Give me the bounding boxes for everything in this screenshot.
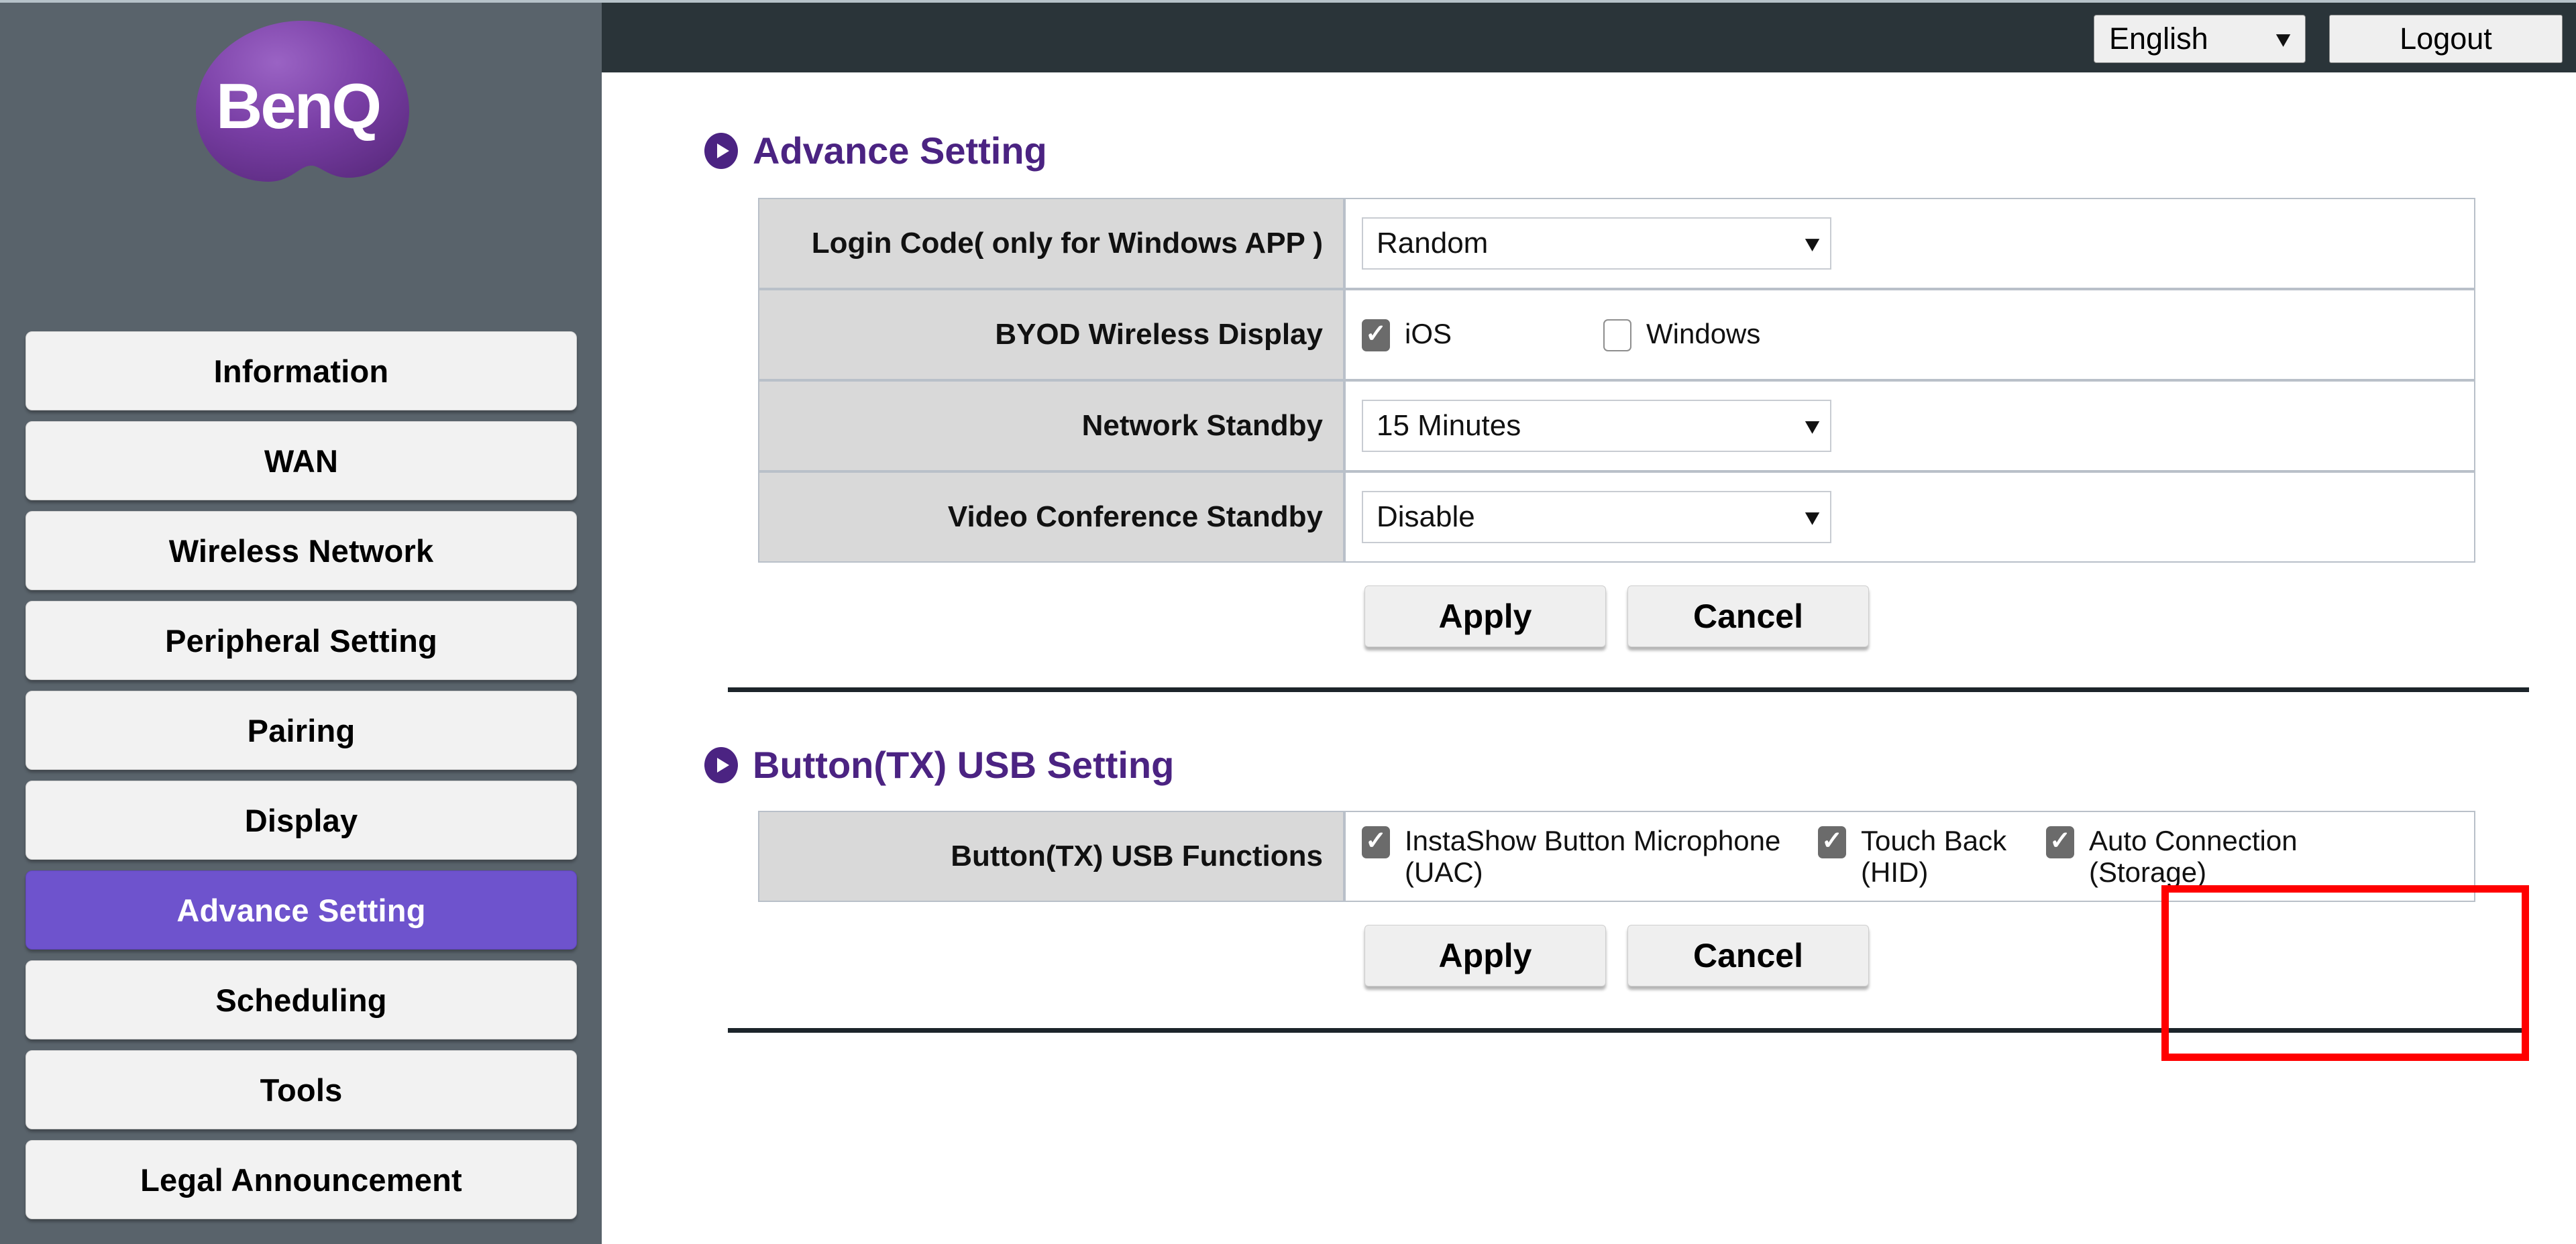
sidebar-item-scheduling[interactable]: Scheduling [25,960,577,1039]
checkbox-checked-icon: ✓ [1818,826,1846,858]
language-select[interactable]: English ▾ [2094,15,2306,63]
logout-button-label: Logout [2400,21,2492,56]
byod-ios-checkbox[interactable]: ✓ iOS [1362,318,1603,351]
sidebar-item-wireless-network[interactable]: Wireless Network [25,511,577,590]
usb-setting-heading-label: Button(TX) USB Setting [753,744,1175,786]
usb-setting-actions: Apply Cancel [758,925,2475,986]
chevron-down-icon: ▾ [1805,504,1819,530]
byod-ios-label: iOS [1405,318,1452,349]
advance-setting-apply-button[interactable]: Apply [1364,585,1606,647]
sidebar: BenQ Information WAN Wireless Network Pe… [0,0,602,1244]
chevron-down-icon: ▾ [1805,231,1819,256]
chevron-down-icon: ▾ [2276,26,2290,52]
usb-touch-back-label: Touch Back (HID) [1861,824,2007,888]
sidebar-item-information[interactable]: Information [25,331,577,410]
login-code-label: Login Code( only for Windows APP ) [758,198,1344,289]
section-divider [728,687,2529,692]
usb-instashow-microphone-checkbox[interactable]: ✓ InstaShow Button Microphone (UAC) [1362,825,1818,888]
usb-setting-apply-button[interactable]: Apply [1364,925,1606,986]
byod-windows-label: Windows [1646,318,1761,349]
table-row: Button(TX) USB Functions ✓ InstaShow But… [758,811,2475,902]
brand-logo: BenQ [0,20,602,186]
network-standby-value-cell: 15 Minutes ▾ [1344,380,2475,471]
section-divider [728,1028,2529,1033]
login-code-select[interactable]: Random ▾ [1362,217,1831,270]
sidebar-item-label: WAN [264,443,339,479]
sidebar-item-label: Peripheral Setting [165,622,437,659]
sidebar-item-label: Information [213,353,389,389]
usb-auto-connection-label: Auto Connection (Storage) [2089,824,2298,888]
sidebar-item-wan[interactable]: WAN [25,421,577,500]
table-row: BYOD Wireless Display ✓ iOS Windows [758,289,2475,380]
table-row: Network Standby 15 Minutes ▾ [758,380,2475,471]
network-standby-select-value: 15 Minutes [1377,409,1521,442]
sidebar-item-label: Pairing [247,712,356,748]
advance-setting-actions: Apply Cancel [758,585,2475,647]
checkbox-checked-icon: ✓ [2046,826,2074,858]
language-select-value: English [2109,21,2208,56]
advance-setting-heading-label: Advance Setting [753,129,1047,172]
video-conference-standby-value-cell: Disable ▾ [1344,471,2475,563]
usb-functions-value-cell: ✓ InstaShow Button Microphone (UAC) ✓ To… [1344,811,2475,902]
table-row: Video Conference Standby Disable ▾ [758,471,2475,563]
usb-touch-back-checkbox[interactable]: ✓ Touch Back (HID) [1818,825,2046,888]
play-triangle-icon [704,132,738,169]
byod-value-cell: ✓ iOS Windows [1344,289,2475,380]
video-conference-standby-label: Video Conference Standby [758,471,1344,563]
checkbox-checked-icon: ✓ [1362,826,1390,858]
login-code-value-cell: Random ▾ [1344,198,2475,289]
video-conference-standby-select-value: Disable [1377,500,1475,533]
usb-setting-table: Button(TX) USB Functions ✓ InstaShow But… [758,811,2475,902]
logout-button[interactable]: Logout [2329,15,2563,63]
sidebar-item-tools[interactable]: Tools [25,1050,577,1129]
top-bar: English ▾ Logout [602,0,2576,72]
byod-windows-checkbox[interactable]: Windows [1603,318,1760,351]
sidebar-item-display[interactable]: Display [25,781,577,860]
usb-auto-connection-checkbox[interactable]: ✓ Auto Connection (Storage) [2046,825,2298,888]
sidebar-item-label: Advance Setting [176,892,426,928]
cancel-button-label: Cancel [1693,598,1803,635]
usb-setting-cancel-button[interactable]: Cancel [1627,925,1869,986]
network-standby-label: Network Standby [758,380,1344,471]
advance-setting-table: Login Code( only for Windows APP ) Rando… [758,198,2475,563]
usb-setting-heading: Button(TX) USB Setting [704,743,2576,787]
apply-button-label: Apply [1438,598,1532,635]
main-content: Advance Setting Login Code( only for Win… [602,72,2576,1244]
sidebar-item-pairing[interactable]: Pairing [25,691,577,770]
sidebar-item-legal-announcement[interactable]: Legal Announcement [25,1140,577,1219]
sidebar-item-label: Tools [260,1072,343,1108]
chevron-down-icon: ▾ [1805,413,1819,439]
sidebar-nav: Information WAN Wireless Network Periphe… [25,331,577,1230]
login-code-select-value: Random [1377,227,1489,260]
table-row: Login Code( only for Windows APP ) Rando… [758,198,2475,289]
advance-setting-cancel-button[interactable]: Cancel [1627,585,1869,647]
sidebar-item-label: Display [244,802,358,838]
network-standby-select[interactable]: 15 Minutes ▾ [1362,400,1831,452]
sidebar-item-peripheral-setting[interactable]: Peripheral Setting [25,601,577,680]
sidebar-item-label: Scheduling [215,982,387,1018]
sidebar-item-label: Legal Announcement [140,1162,462,1198]
apply-button-label: Apply [1438,937,1532,974]
sidebar-item-advance-setting[interactable]: Advance Setting [25,870,577,950]
benq-logo-icon: BenQ [177,10,425,211]
usb-functions-label: Button(TX) USB Functions [758,811,1344,902]
advance-setting-heading: Advance Setting [704,129,2576,172]
checkbox-unchecked-icon [1603,319,1631,351]
svg-text:BenQ: BenQ [215,70,379,142]
byod-label: BYOD Wireless Display [758,289,1344,380]
play-triangle-icon [704,746,738,783]
video-conference-standby-select[interactable]: Disable ▾ [1362,491,1831,543]
cancel-button-label: Cancel [1693,937,1803,974]
checkbox-checked-icon: ✓ [1362,319,1390,351]
usb-instashow-microphone-label: InstaShow Button Microphone (UAC) [1405,824,1781,888]
sidebar-item-label: Wireless Network [168,532,434,569]
